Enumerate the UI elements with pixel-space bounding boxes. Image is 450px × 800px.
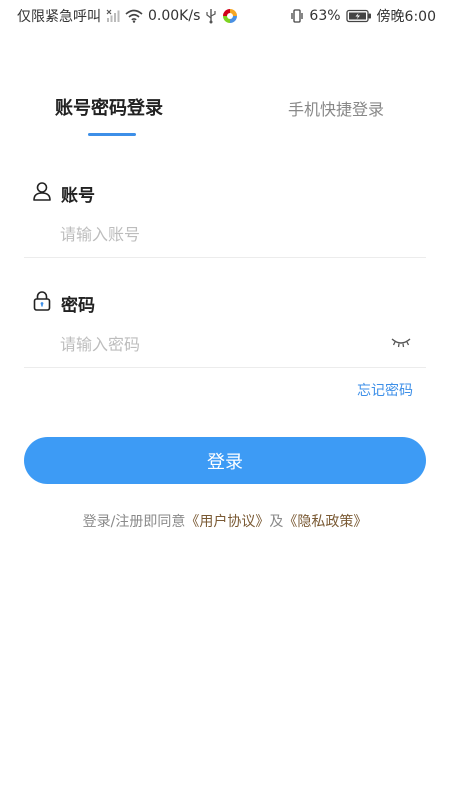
password-field: 密码 [24, 286, 426, 368]
network-speed: 0.00K/s [148, 8, 201, 24]
lock-icon [31, 290, 53, 316]
account-label-row: 账号 [31, 180, 95, 206]
account-input[interactable] [60, 220, 380, 248]
user-agreement-link[interactable]: 《用户协议》 [185, 514, 269, 530]
wifi-icon [125, 9, 143, 23]
tab-phone-quick-login[interactable]: 手机快捷登录 [288, 96, 384, 120]
login-screen: 仅限紧急呼叫 0.00K/s 63% 傍晚6:00 账号密码登录 手机快捷登录 … [0, 0, 450, 800]
status-bar: 仅限紧急呼叫 0.00K/s 63% 傍晚6:00 [0, 0, 450, 32]
eye-closed-icon[interactable] [390, 334, 412, 350]
privacy-policy-link[interactable]: 《隐私政策》 [283, 514, 367, 530]
carrier-text: 仅限紧急呼叫 [17, 9, 101, 25]
signal-icon [106, 9, 120, 23]
tab-account-password-login[interactable]: 账号密码登录 [55, 94, 163, 120]
app-icon [222, 8, 238, 24]
vibrate-icon [290, 8, 304, 24]
login-button[interactable]: 登录 [24, 437, 426, 484]
battery-icon [345, 9, 372, 23]
agreement-text: 登录/注册即同意《用户协议》及《隐私政策》 [0, 511, 450, 531]
password-divider [24, 367, 426, 368]
active-tab-indicator [88, 133, 136, 136]
account-label: 账号 [61, 185, 95, 206]
agreement-connector: 及 [269, 514, 284, 530]
login-tabs: 账号密码登录 手机快捷登录 [0, 82, 450, 142]
agreement-prefix: 登录/注册即同意 [82, 514, 186, 530]
status-bar-left: 仅限紧急呼叫 0.00K/s [17, 6, 238, 26]
user-icon [31, 180, 53, 206]
password-label-row: 密码 [31, 290, 95, 316]
password-input[interactable] [60, 330, 380, 358]
status-bar-right: 63% 傍晚6:00 [290, 6, 436, 26]
battery-percent: 63% [309, 8, 341, 24]
usb-icon [205, 8, 217, 24]
password-label: 密码 [61, 295, 95, 316]
forgot-password-link[interactable]: 忘记密码 [357, 380, 413, 400]
clock-time: 傍晚6:00 [376, 9, 436, 25]
account-divider [24, 257, 426, 258]
account-field: 账号 [24, 176, 426, 258]
